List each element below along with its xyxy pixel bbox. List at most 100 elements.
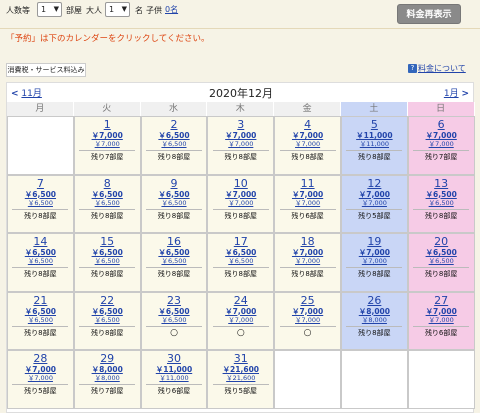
price[interactable]: ￥6,500 bbox=[8, 248, 73, 257]
day-number[interactable]: 1 bbox=[75, 119, 140, 131]
price-per-person[interactable]: ￥6,500 bbox=[409, 199, 474, 207]
day-number[interactable]: 20 bbox=[409, 236, 474, 248]
price[interactable]: ￥7,000 bbox=[275, 307, 340, 316]
price[interactable]: ￥6,500 bbox=[142, 307, 207, 316]
price[interactable]: ￥6,500 bbox=[409, 190, 474, 199]
price[interactable]: ￥11,000 bbox=[142, 365, 207, 374]
price[interactable]: ￥7,000 bbox=[342, 190, 407, 199]
calendar-day-cell[interactable]: 20 ￥6,500 ￥6,500 残り8部屋 bbox=[407, 233, 475, 292]
calendar-day-cell[interactable]: 6 ￥7,000 ￥7,000 残り7部屋 bbox=[407, 116, 475, 175]
price[interactable]: ￥7,000 bbox=[409, 307, 474, 316]
price[interactable]: ￥6,500 bbox=[142, 248, 207, 257]
price-per-person[interactable]: ￥7,000 bbox=[75, 140, 140, 148]
price[interactable]: ￥8,000 bbox=[342, 307, 407, 316]
calendar-day-cell[interactable]: 4 ￥7,000 ￥7,000 残り8部屋 bbox=[274, 116, 341, 175]
price[interactable]: ￥7,000 bbox=[409, 131, 474, 140]
calendar-day-cell[interactable]: 11 ￥7,000 ￥7,000 残り6部屋 bbox=[274, 174, 341, 233]
calendar-day-cell[interactable]: 16 ￥6,500 ￥6,500 残り8部屋 bbox=[140, 233, 208, 292]
day-number[interactable]: 8 bbox=[75, 177, 140, 190]
next-month-link[interactable]: 1月 > bbox=[444, 86, 469, 99]
calendar-day-cell[interactable]: 23 ￥6,500 ￥6,500 ○ bbox=[140, 291, 208, 350]
price[interactable]: ￥8,000 bbox=[75, 365, 140, 374]
price-per-person[interactable]: ￥7,000 bbox=[342, 257, 407, 265]
price[interactable]: ￥7,000 bbox=[342, 248, 407, 257]
price[interactable]: ￥6,500 bbox=[208, 248, 273, 257]
day-number[interactable]: 23 bbox=[142, 294, 207, 307]
day-number[interactable]: 26 bbox=[342, 294, 407, 307]
price-per-person[interactable]: ￥6,500 bbox=[75, 257, 140, 265]
day-number[interactable]: 28 bbox=[8, 353, 73, 365]
price[interactable]: ￥7,000 bbox=[8, 365, 73, 374]
calendar-day-cell[interactable]: 15 ￥6,500 ￥6,500 残り8部屋 bbox=[73, 233, 141, 292]
price-per-person[interactable]: ￥7,000 bbox=[342, 199, 407, 207]
fee-info-link[interactable]: 料金について bbox=[418, 63, 466, 74]
day-number[interactable]: 31 bbox=[208, 353, 273, 365]
price[interactable]: ￥6,500 bbox=[8, 190, 73, 199]
price-per-person[interactable]: ￥7,000 bbox=[409, 316, 474, 324]
day-number[interactable]: 2 bbox=[142, 119, 207, 131]
calendar-day-cell[interactable]: 27 ￥7,000 ￥7,000 残り6部屋 bbox=[407, 291, 475, 350]
calendar-day-cell[interactable]: 14 ￥6,500 ￥6,500 残り8部屋 bbox=[7, 233, 74, 292]
price-per-person[interactable]: ￥7,000 bbox=[275, 140, 340, 148]
price-per-person[interactable]: ￥6,500 bbox=[8, 199, 73, 207]
price-per-person[interactable]: ￥6,500 bbox=[75, 199, 140, 207]
day-number[interactable]: 14 bbox=[8, 236, 73, 248]
calendar-day-cell[interactable]: 10 ￥7,000 ￥7,000 残り8部屋 bbox=[207, 174, 275, 233]
price[interactable]: ￥6,500 bbox=[75, 248, 140, 257]
price[interactable]: ￥6,500 bbox=[142, 190, 207, 199]
calendar-day-cell[interactable]: 8 ￥6,500 ￥6,500 残り8部屋 bbox=[73, 174, 141, 233]
calendar-day-cell[interactable]: 28 ￥7,000 ￥7,000 残り5部屋 bbox=[7, 350, 74, 409]
price-per-person[interactable]: ￥6,500 bbox=[75, 316, 140, 324]
calendar-day-cell[interactable]: 1 ￥7,000 ￥7,000 残り7部屋 bbox=[73, 116, 141, 175]
price[interactable]: ￥21,600 bbox=[208, 365, 273, 374]
price-per-person[interactable]: ￥7,000 bbox=[275, 316, 340, 324]
calendar-day-cell[interactable]: 30 ￥11,000 ￥11,000 残り6部屋 bbox=[140, 350, 208, 409]
price-per-person[interactable]: ￥7,000 bbox=[208, 140, 273, 148]
redisplay-price-button[interactable]: 料金再表示 bbox=[397, 4, 461, 24]
day-number[interactable]: 24 bbox=[208, 294, 273, 307]
day-number[interactable]: 12 bbox=[342, 177, 407, 190]
price-per-person[interactable]: ￥7,000 bbox=[8, 374, 73, 382]
price-per-person[interactable]: ￥6,500 bbox=[142, 257, 207, 265]
price-per-person[interactable]: ￥8,000 bbox=[75, 374, 140, 382]
child-count-link[interactable]: 0名 bbox=[165, 4, 178, 15]
price-per-person[interactable]: ￥7,000 bbox=[275, 199, 340, 207]
price-per-person[interactable]: ￥6,500 bbox=[142, 316, 207, 324]
day-number[interactable]: 30 bbox=[142, 353, 207, 365]
day-number[interactable]: 18 bbox=[275, 236, 340, 248]
price-per-person[interactable]: ￥8,000 bbox=[342, 316, 407, 324]
adults-select[interactable]: 1 ▼ bbox=[105, 2, 130, 17]
price[interactable]: ￥7,000 bbox=[275, 131, 340, 140]
calendar-day-cell[interactable]: 3 ￥7,000 ￥7,000 残り8部屋 bbox=[207, 116, 275, 175]
calendar-day-cell[interactable]: 9 ￥6,500 ￥6,500 残り8部屋 bbox=[140, 174, 208, 233]
day-number[interactable]: 6 bbox=[409, 119, 474, 131]
price-per-person[interactable]: ￥7,000 bbox=[275, 257, 340, 265]
calendar-day-cell[interactable]: 22 ￥6,500 ￥6,500 残り8部屋 bbox=[73, 291, 141, 350]
calendar-day-cell[interactable]: 2 ￥6,500 ￥6,500 残り8部屋 bbox=[140, 116, 208, 175]
day-number[interactable]: 21 bbox=[8, 294, 73, 307]
calendar-day-cell[interactable]: 7 ￥6,500 ￥6,500 残り8部屋 bbox=[7, 174, 74, 233]
price-per-person[interactable]: ￥7,000 bbox=[208, 199, 273, 207]
day-number[interactable]: 16 bbox=[142, 236, 207, 248]
price-per-person[interactable]: ￥6,500 bbox=[409, 257, 474, 265]
day-number[interactable]: 27 bbox=[409, 294, 474, 307]
price-per-person[interactable]: ￥6,500 bbox=[208, 257, 273, 265]
price-per-person[interactable]: ￥6,500 bbox=[8, 316, 73, 324]
price[interactable]: ￥6,500 bbox=[75, 307, 140, 316]
day-number[interactable]: 29 bbox=[75, 353, 140, 365]
calendar-day-cell[interactable]: 29 ￥8,000 ￥8,000 残り7部屋 bbox=[73, 350, 141, 409]
price-per-person[interactable]: ￥7,000 bbox=[409, 140, 474, 148]
calendar-day-cell[interactable]: 18 ￥7,000 ￥7,000 残り8部屋 bbox=[274, 233, 341, 292]
price[interactable]: ￥7,000 bbox=[208, 131, 273, 140]
price[interactable]: ￥7,000 bbox=[275, 248, 340, 257]
day-number[interactable]: 19 bbox=[342, 236, 407, 248]
day-number[interactable]: 5 bbox=[342, 119, 407, 131]
price[interactable]: ￥7,000 bbox=[208, 307, 273, 316]
calendar-day-cell[interactable]: 5 ￥11,000 ￥11,000 残り8部屋 bbox=[340, 116, 408, 175]
price-per-person[interactable]: ￥6,500 bbox=[8, 257, 73, 265]
day-number[interactable]: 25 bbox=[275, 294, 340, 307]
calendar-day-cell[interactable]: 24 ￥7,000 ￥7,000 ○ bbox=[207, 291, 275, 350]
day-number[interactable]: 15 bbox=[75, 236, 140, 248]
calendar-day-cell[interactable]: 21 ￥6,500 ￥6,500 残り8部屋 bbox=[7, 291, 74, 350]
calendar-day-cell[interactable]: 31 ￥21,600 ￥21,600 残り5部屋 bbox=[207, 350, 275, 409]
